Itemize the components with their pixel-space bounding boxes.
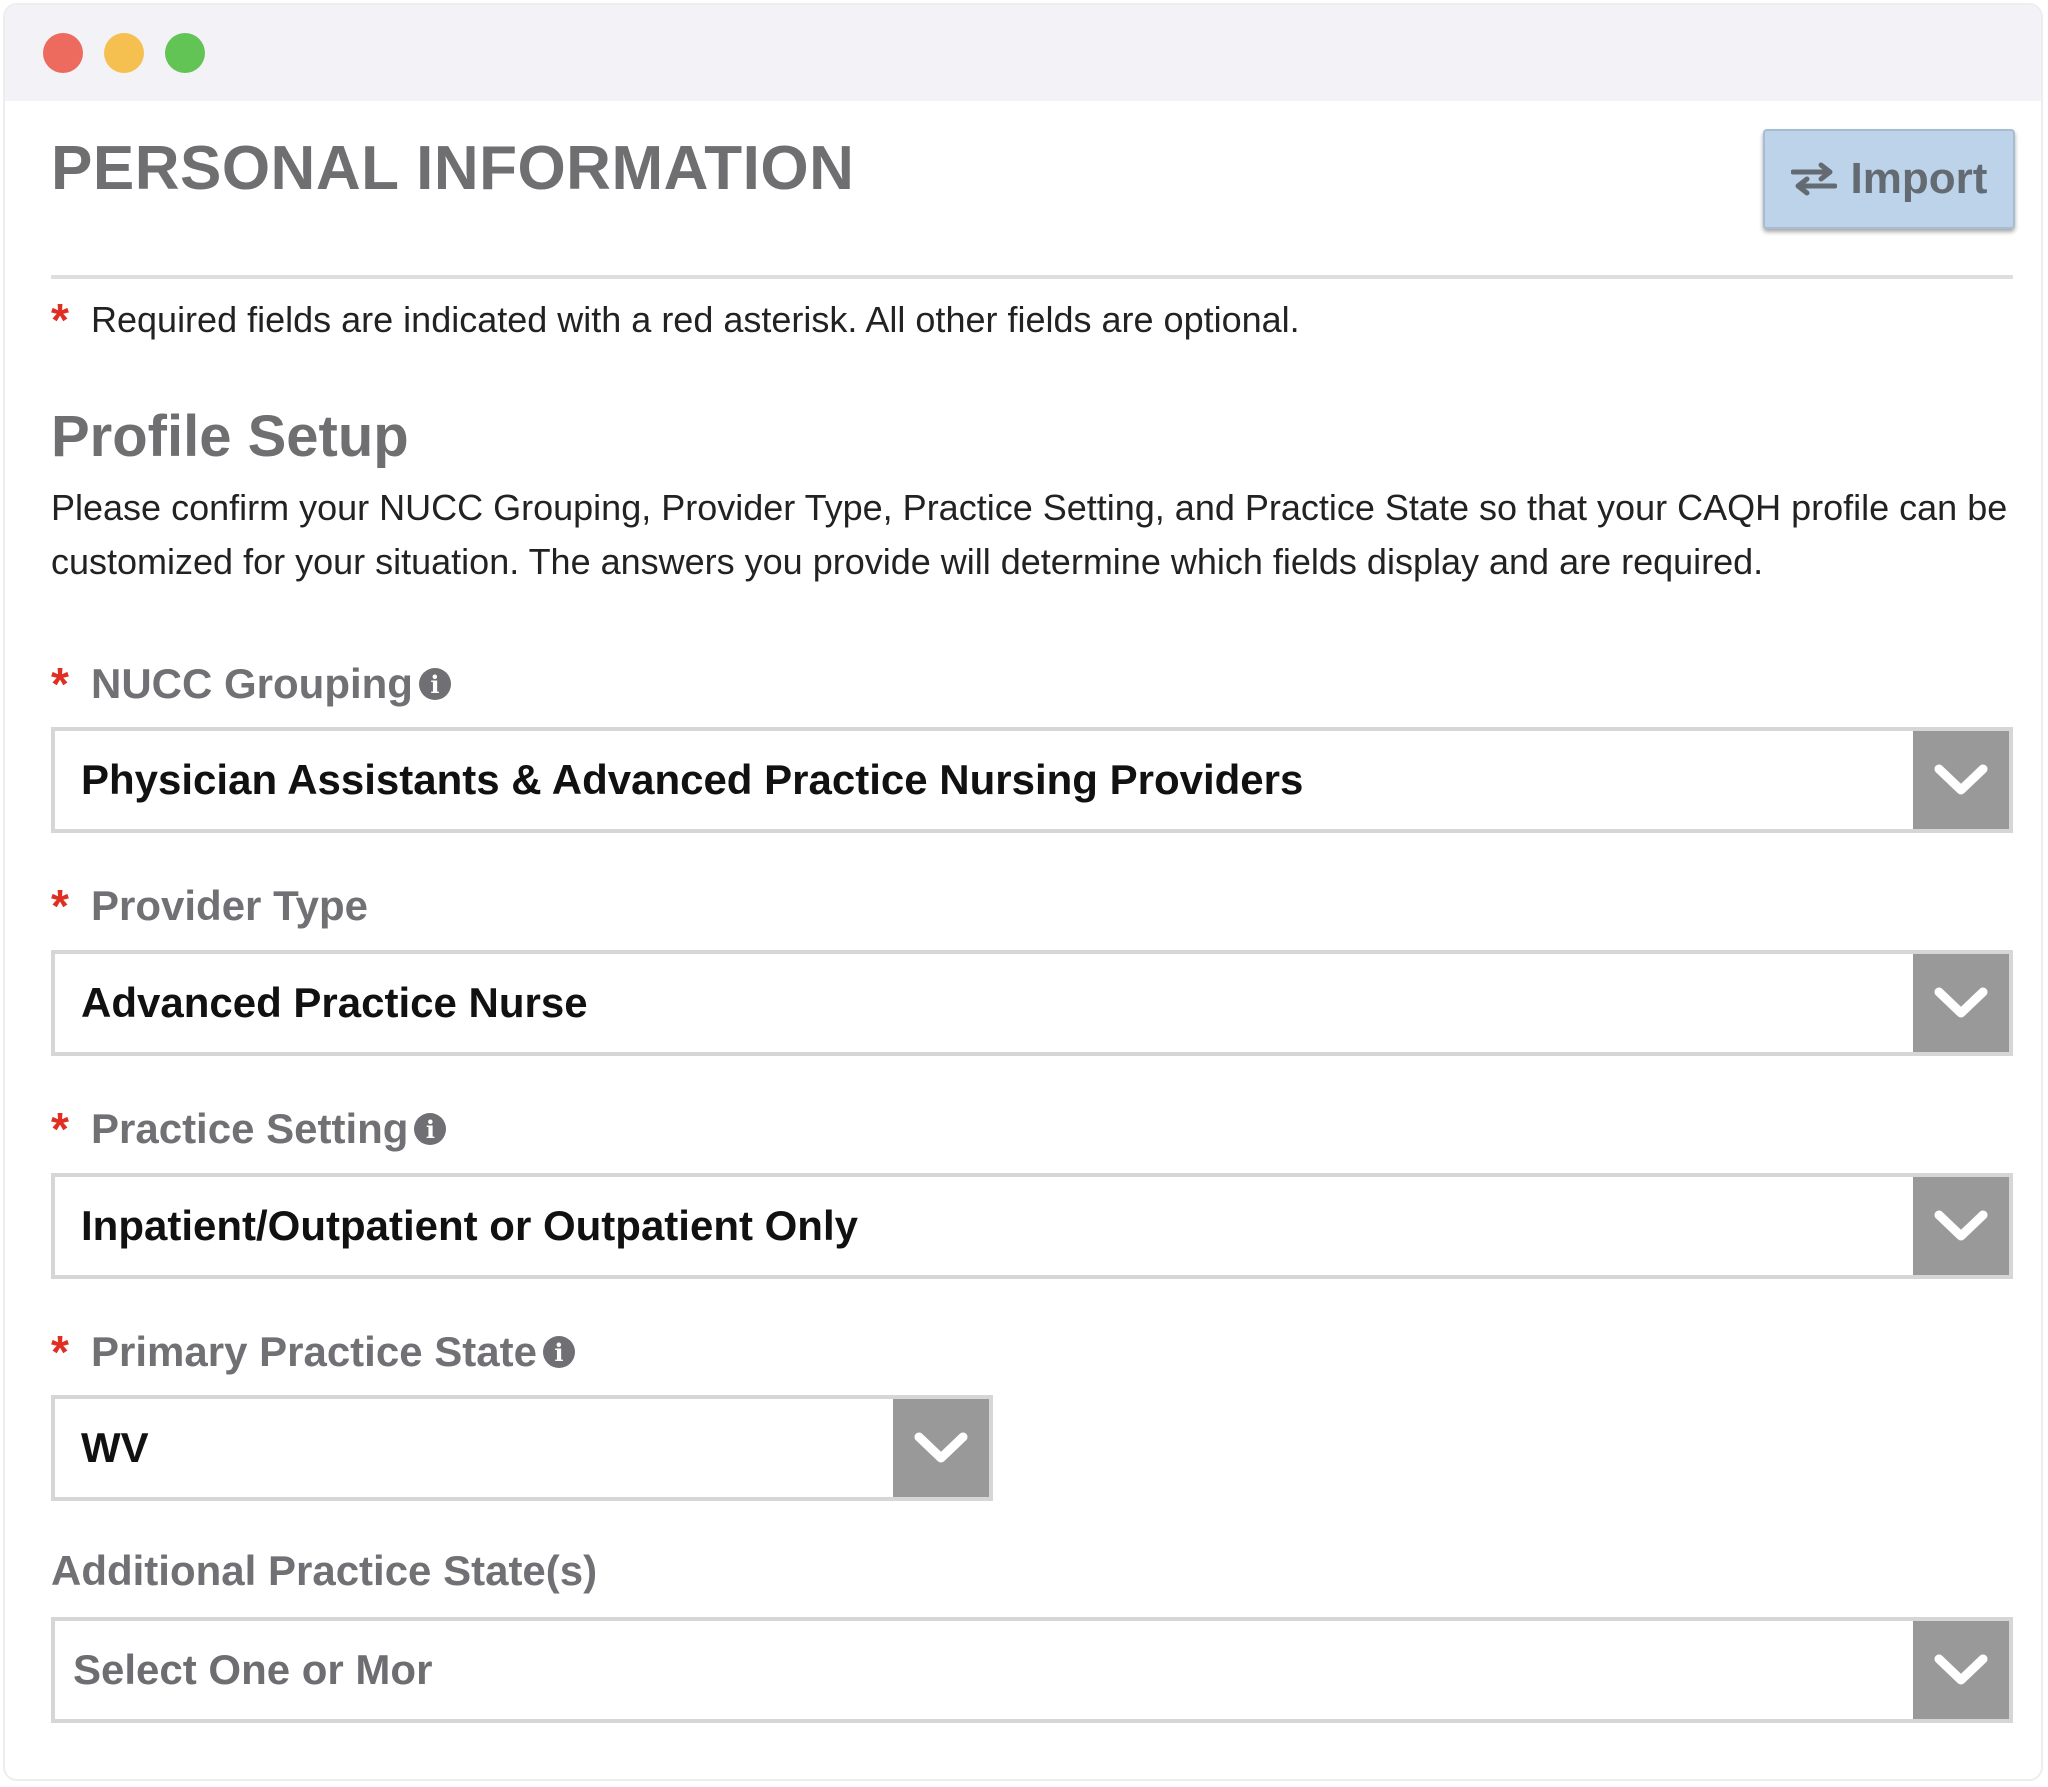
nucc-grouping-value: Physician Assistants & Advanced Practice… bbox=[81, 756, 1304, 803]
info-icon[interactable]: i bbox=[414, 1113, 447, 1145]
page-title: PERSONAL INFORMATION bbox=[51, 134, 855, 203]
chevron-down-icon bbox=[1934, 1654, 1988, 1685]
import-button[interactable]: Import bbox=[1763, 129, 2015, 229]
practice-setting-label-text: Practice Setting bbox=[91, 1105, 409, 1152]
required-fields-note: * Required fields are indicated with a re… bbox=[51, 293, 1300, 347]
additional-practice-states-select[interactable]: Select One or Mor bbox=[51, 1617, 2013, 1723]
primary-practice-state-label: * Primary Practice State i bbox=[51, 1325, 575, 1379]
practice-setting-select[interactable]: Inpatient/Outpatient or Outpatient Only bbox=[51, 1173, 2013, 1279]
chevron-down-icon bbox=[1934, 764, 1988, 795]
additional-practice-states-placeholder: Select One or Mor bbox=[73, 1646, 433, 1693]
primary-practice-state-label-text: Primary Practice State bbox=[91, 1328, 537, 1375]
section-title: Profile Setup bbox=[51, 404, 409, 469]
info-icon[interactable]: i bbox=[542, 1336, 575, 1368]
section-description: Please confirm your NUCC Grouping, Provi… bbox=[51, 487, 2008, 582]
chevron-down-icon bbox=[1934, 1210, 1988, 1241]
close-window-button[interactable] bbox=[43, 33, 83, 73]
dropdown-toggle[interactable] bbox=[1913, 1621, 2009, 1719]
info-icon[interactable]: i bbox=[418, 668, 451, 700]
window-titlebar bbox=[5, 5, 2041, 101]
required-asterisk: * bbox=[51, 658, 69, 710]
required-asterisk: * bbox=[51, 294, 69, 346]
primary-practice-state-value: WV bbox=[81, 1424, 149, 1471]
zoom-window-button[interactable] bbox=[165, 33, 205, 73]
app-window: PERSONAL INFORMATION Import * Required fi… bbox=[3, 3, 2043, 1781]
provider-type-label: * Provider Type bbox=[51, 879, 368, 933]
chevron-down-icon bbox=[1934, 987, 1988, 1018]
provider-type-value: Advanced Practice Nurse bbox=[81, 979, 588, 1026]
additional-practice-states-label-text: Additional Practice State(s) bbox=[51, 1547, 598, 1594]
nucc-grouping-select[interactable]: Physician Assistants & Advanced Practice… bbox=[51, 727, 2013, 833]
required-note-text: Required fields are indicated with a red… bbox=[91, 299, 1300, 340]
dropdown-toggle[interactable] bbox=[1913, 954, 2009, 1052]
required-asterisk: * bbox=[51, 1103, 69, 1155]
header-divider bbox=[51, 275, 2013, 279]
required-asterisk: * bbox=[51, 1326, 69, 1378]
import-button-label: Import bbox=[1850, 154, 1988, 203]
swap-arrows-icon bbox=[1790, 162, 1837, 196]
provider-type-label-text: Provider Type bbox=[91, 882, 368, 929]
nucc-grouping-label-text: NUCC Grouping bbox=[91, 660, 413, 707]
required-asterisk: * bbox=[51, 880, 69, 932]
practice-setting-value: Inpatient/Outpatient or Outpatient Only bbox=[81, 1202, 858, 1249]
minimize-window-button[interactable] bbox=[104, 33, 144, 73]
chevron-down-icon bbox=[914, 1432, 968, 1463]
primary-practice-state-select[interactable]: WV bbox=[51, 1395, 993, 1501]
additional-practice-states-label: Additional Practice State(s) bbox=[51, 1547, 597, 1595]
dropdown-toggle[interactable] bbox=[1913, 1177, 2009, 1275]
nucc-grouping-label: * NUCC Grouping i bbox=[51, 657, 451, 711]
practice-setting-label: * Practice Setting i bbox=[51, 1102, 447, 1156]
dropdown-toggle[interactable] bbox=[893, 1399, 989, 1497]
provider-type-select[interactable]: Advanced Practice Nurse bbox=[51, 950, 2013, 1056]
dropdown-toggle[interactable] bbox=[1913, 731, 2009, 829]
